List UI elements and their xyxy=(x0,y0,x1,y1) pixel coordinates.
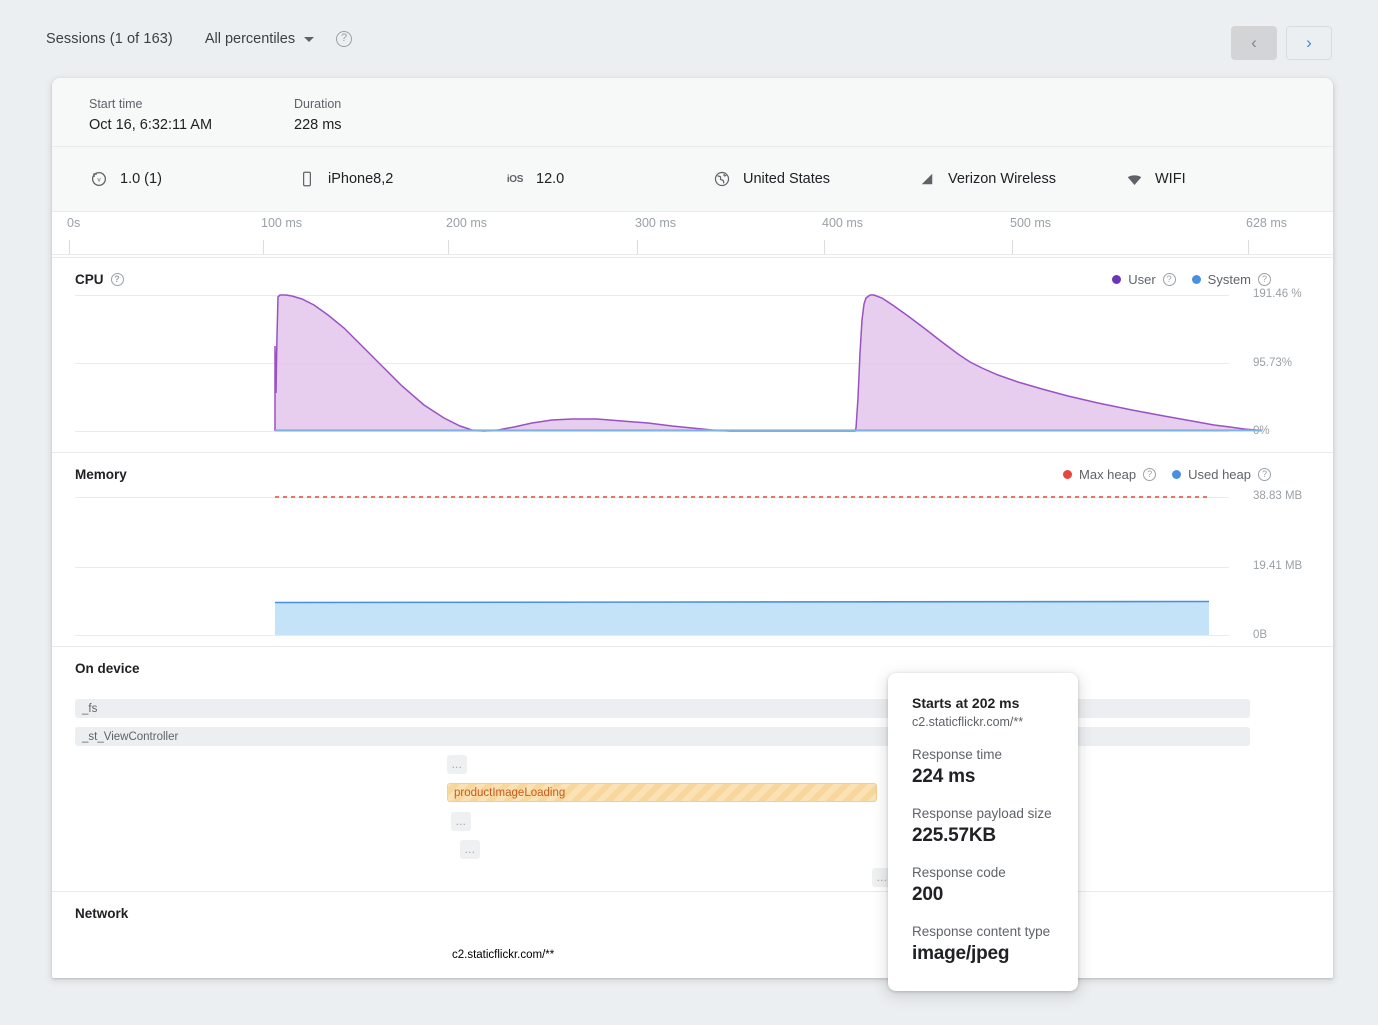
carrier-item: Verizon Wireless xyxy=(917,169,1056,189)
ruler-label-6: 628 ms xyxy=(1246,216,1287,230)
app-version-item: v 1.0 (1) xyxy=(89,169,162,189)
tooltip-field-value-0: 224 ms xyxy=(912,766,1054,788)
tooltip-header: Starts at 202 ms xyxy=(912,695,1054,711)
cpu-area-chart xyxy=(52,258,1333,453)
duration-label: Duration xyxy=(294,97,342,111)
tooltip-field-group: Response time 224 ms Response payload size… xyxy=(912,747,1054,965)
wifi-icon xyxy=(1124,169,1144,189)
on-device-track[interactable]: … xyxy=(460,840,480,859)
network-request-tooltip: Starts at 202 ms c2.staticflickr.com/** … xyxy=(888,673,1078,991)
tooltip-field-key-1: Response payload size xyxy=(912,806,1054,821)
on-device-track[interactable]: … xyxy=(447,755,467,774)
ruler-label-2: 200 ms xyxy=(446,216,487,230)
cpu-panel: CPU ? User ? System ? 191.46 % 95.73% 0% xyxy=(52,257,1333,452)
device-info-band: v 1.0 (1) iPhone8,2 iOS 12.0 xyxy=(52,147,1333,212)
connection-item: WIFI xyxy=(1124,169,1186,189)
ruler-tick-0 xyxy=(69,240,70,254)
percentile-dropdown-label: All percentiles xyxy=(205,31,295,47)
tooltip-field-value-1: 225.57KB xyxy=(912,825,1054,847)
track-label: … xyxy=(455,816,467,828)
on-device-panel-title: On device xyxy=(75,661,140,676)
phone-icon xyxy=(297,169,317,189)
country-value: United States xyxy=(743,171,830,187)
ruler-tick-4 xyxy=(824,240,825,254)
session-summary-band: Start time Oct 16, 6:32:11 AM Duration 2… xyxy=(52,78,1333,147)
tooltip-field-value-2: 200 xyxy=(912,884,1054,906)
track-label: … xyxy=(464,844,476,856)
tooltip-field-key-2: Response code xyxy=(912,865,1054,880)
tooltip-field-key-0: Response time xyxy=(912,747,1054,762)
signal-icon xyxy=(917,169,937,189)
start-time-label: Start time xyxy=(89,97,212,111)
on-device-panel: On device _fs _st_ViewController … productI… xyxy=(52,646,1333,891)
track-label: … xyxy=(876,872,888,884)
track-label: _st_ViewController xyxy=(82,731,178,743)
next-session-button[interactable]: › xyxy=(1286,26,1332,60)
device-model-value: iPhone8,2 xyxy=(328,171,393,187)
memory-panel: Memory Max heap ? Used heap ? 38.83 MB 1… xyxy=(52,452,1333,646)
os-version-value: 12.0 xyxy=(536,171,564,187)
ruler-label-0: 0s xyxy=(67,216,80,230)
memory-used-heap-line xyxy=(275,602,1209,603)
memory-area-chart xyxy=(52,453,1333,647)
session-detail-card: Start time Oct 16, 6:32:11 AM Duration 2… xyxy=(52,78,1333,978)
memory-used-heap-area xyxy=(275,602,1209,635)
tooltip-field-value-3: image/jpeg xyxy=(912,943,1054,965)
country-item: United States xyxy=(712,169,830,189)
top-bar: Sessions (1 of 163) All percentiles ? ‹ … xyxy=(0,0,1378,80)
ruler-label-5: 500 ms xyxy=(1010,216,1051,230)
network-track[interactable]: c2.staticflickr.com/** xyxy=(452,945,872,964)
start-time-field: Start time Oct 16, 6:32:11 AM xyxy=(89,97,212,133)
track-label: … xyxy=(451,759,463,771)
percentile-dropdown[interactable]: All percentiles xyxy=(205,31,314,47)
network-panel: Network c2.staticflickr.com/** xyxy=(52,891,1333,978)
duration-value: 228 ms xyxy=(294,117,342,133)
ruler-tick-2 xyxy=(448,240,449,254)
sessions-label: Sessions (1 of 163) xyxy=(46,31,173,47)
track-label: _fs xyxy=(82,703,97,715)
ruler-tick-1 xyxy=(263,240,264,254)
timeline-ruler: 0s 100 ms 200 ms 300 ms 400 ms 500 ms 628 ms xyxy=(52,212,1333,257)
globe-icon xyxy=(712,169,732,189)
app-version-icon: v xyxy=(89,169,109,189)
top-bar-left-group: Sessions (1 of 163) All percentiles ? xyxy=(46,31,352,47)
tooltip-field-key-3: Response content type xyxy=(912,924,1054,939)
connection-value: WIFI xyxy=(1155,171,1186,187)
ruler-tick-5 xyxy=(1012,240,1013,254)
ios-icon: iOS xyxy=(505,169,525,189)
os-version-item: iOS 12.0 xyxy=(505,169,564,189)
track-label: c2.staticflickr.com/** xyxy=(452,949,554,961)
previous-session-button[interactable]: ‹ xyxy=(1231,26,1277,60)
on-device-title-text: On device xyxy=(75,661,140,676)
carrier-value: Verizon Wireless xyxy=(948,171,1056,187)
cpu-user-area xyxy=(275,295,1262,431)
track-label: productImageLoading xyxy=(454,787,565,799)
start-time-value: Oct 16, 6:32:11 AM xyxy=(89,117,212,133)
svg-text:v: v xyxy=(97,177,101,184)
ruler-baseline xyxy=(52,254,1333,255)
session-nav-group: ‹ › xyxy=(1231,26,1332,60)
ruler-label-1: 100 ms xyxy=(261,216,302,230)
on-device-track[interactable]: … xyxy=(451,812,471,831)
tooltip-subtitle: c2.staticflickr.com/** xyxy=(912,715,1054,729)
chevron-down-icon xyxy=(304,37,314,42)
network-panel-title: Network xyxy=(75,906,128,921)
network-title-text: Network xyxy=(75,906,128,921)
ruler-tick-3 xyxy=(637,240,638,254)
ruler-label-4: 400 ms xyxy=(822,216,863,230)
ruler-label-3: 300 ms xyxy=(635,216,676,230)
device-model-item: iPhone8,2 xyxy=(297,169,393,189)
help-icon[interactable]: ? xyxy=(336,31,352,47)
on-device-track[interactable]: productImageLoading xyxy=(447,783,877,802)
app-version-value: 1.0 (1) xyxy=(120,171,162,187)
ruler-tick-6 xyxy=(1248,240,1249,254)
duration-field: Duration 228 ms xyxy=(294,97,342,133)
